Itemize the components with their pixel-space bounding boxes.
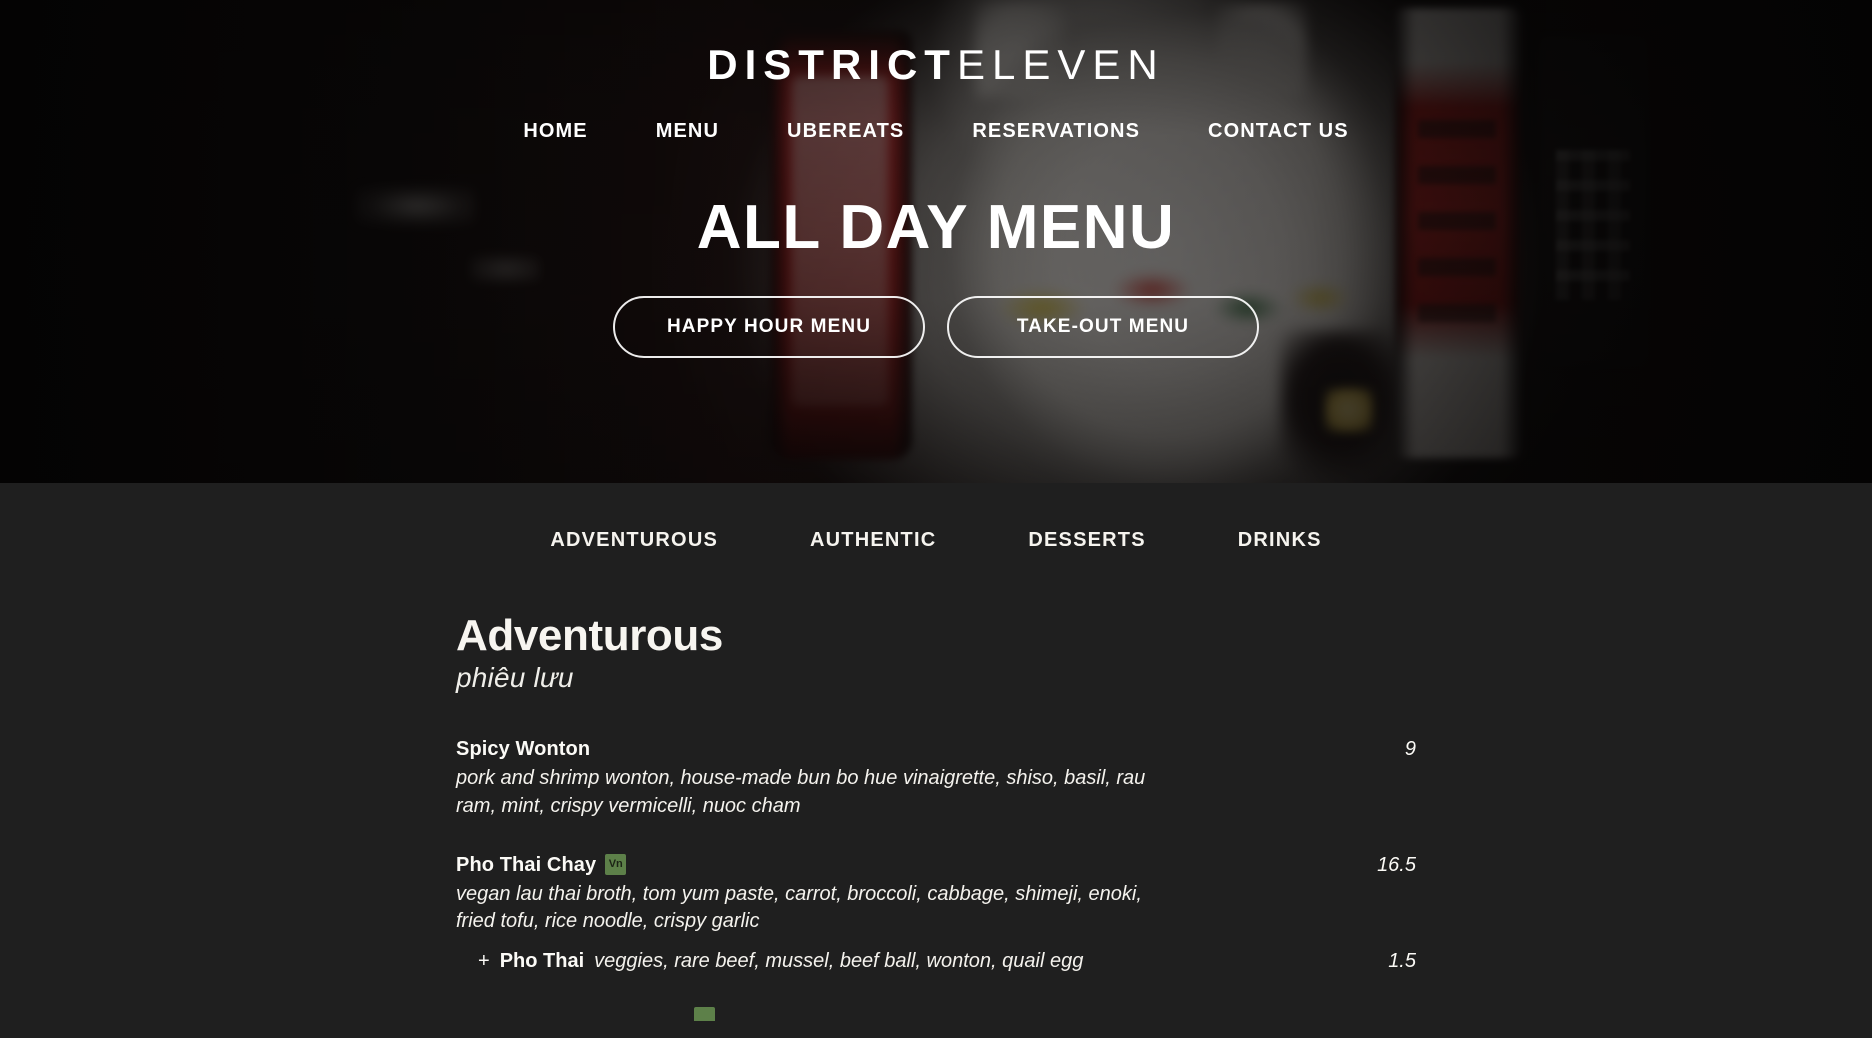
menu-section: ADVENTUROUS AUTHENTIC DESSERTS DRINKS Ad… bbox=[0, 483, 1872, 1038]
addon-description: veggies, rare beef, mussel, beef ball, w… bbox=[594, 949, 1084, 972]
happy-hour-menu-button[interactable]: HAPPY HOUR MENU bbox=[613, 296, 925, 359]
menu-item-price: 16.5 bbox=[1377, 854, 1416, 877]
menu-item-header: Pho Thai Chay Vn 16.5 bbox=[456, 854, 1416, 877]
nav-item-ubereats[interactable]: UBEREATS bbox=[753, 116, 938, 147]
vegan-badge-icon: Vn bbox=[605, 854, 627, 876]
hero-banner: DISTRICTELEVEN HOME MENU UBEREATS RESERV… bbox=[0, 0, 1872, 483]
main-navigation: HOME MENU UBEREATS RESERVATIONS CONTACT … bbox=[0, 116, 1872, 147]
section-subtitle: phiêu lưu bbox=[456, 662, 574, 694]
site-logo[interactable]: DISTRICTELEVEN bbox=[0, 44, 1872, 86]
nav-item-reservations[interactable]: RESERVATIONS bbox=[938, 116, 1174, 147]
menu-item-list: Spicy Wonton 9 pork and shrimp wonton, h… bbox=[456, 738, 1416, 1021]
menu-item[interactable]: Spicy Wonton 9 pork and shrimp wonton, h… bbox=[456, 738, 1416, 820]
menu-item-description: vegan lau thai broth, tom yum paste, car… bbox=[456, 883, 1142, 933]
section-title: Adventurous bbox=[456, 611, 723, 660]
menu-content: Adventurous phiêu lưu Spicy Wonton 9 por… bbox=[456, 558, 1416, 1021]
hero-button-group: HAPPY HOUR MENU TAKE-OUT MENU bbox=[0, 296, 1872, 359]
addon-price: 1.5 bbox=[1388, 949, 1416, 972]
addon-label-group: + Pho Thai veggies, rare beef, mussel, b… bbox=[478, 950, 1083, 973]
menu-item[interactable]: Pho Thai Chay Vn 16.5 vegan lau thai bro… bbox=[456, 854, 1416, 973]
tab-adventurous[interactable]: ADVENTUROUS bbox=[504, 523, 764, 558]
nav-item-home[interactable]: HOME bbox=[489, 116, 621, 147]
logo-eleven: ELEVEN bbox=[956, 41, 1165, 88]
menu-item-name: Spicy Wonton bbox=[456, 738, 591, 761]
menu-item-price: 9 bbox=[1404, 738, 1416, 761]
tab-drinks[interactable]: DRINKS bbox=[1192, 523, 1368, 558]
menu-item-header: Spicy Wonton 9 bbox=[456, 738, 1416, 761]
addon-name: Pho Thai bbox=[499, 949, 585, 972]
take-out-menu-button[interactable]: TAKE-OUT MENU bbox=[947, 296, 1259, 359]
addon-plus-icon: + bbox=[478, 949, 490, 972]
menu-item-name-group: Spicy Wonton bbox=[456, 738, 590, 761]
menu-category-tabs: ADVENTUROUS AUTHENTIC DESSERTS DRINKS bbox=[0, 483, 1872, 558]
nav-item-contact-us[interactable]: CONTACT US bbox=[1174, 116, 1383, 147]
menu-item-addon[interactable]: + Pho Thai veggies, rare beef, mussel, b… bbox=[456, 950, 1416, 973]
menu-item-name: Pho Thai Chay bbox=[456, 854, 597, 877]
hero-content: DISTRICTELEVEN HOME MENU UBEREATS RESERV… bbox=[0, 44, 1872, 359]
vegan-badge-icon bbox=[694, 1006, 715, 1021]
tab-authentic[interactable]: AUTHENTIC bbox=[764, 523, 982, 558]
tab-desserts[interactable]: DESSERTS bbox=[982, 523, 1191, 558]
menu-item-name-group: Pho Thai Chay Vn bbox=[456, 854, 627, 877]
page-title: ALL DAY MENU bbox=[696, 193, 1176, 262]
nav-item-menu[interactable]: MENU bbox=[622, 116, 753, 147]
logo-district: DISTRICT bbox=[707, 41, 957, 88]
menu-item-description: pork and shrimp wonton, house-made bun b… bbox=[456, 767, 1146, 817]
next-menu-item-peek bbox=[456, 1006, 1416, 1021]
